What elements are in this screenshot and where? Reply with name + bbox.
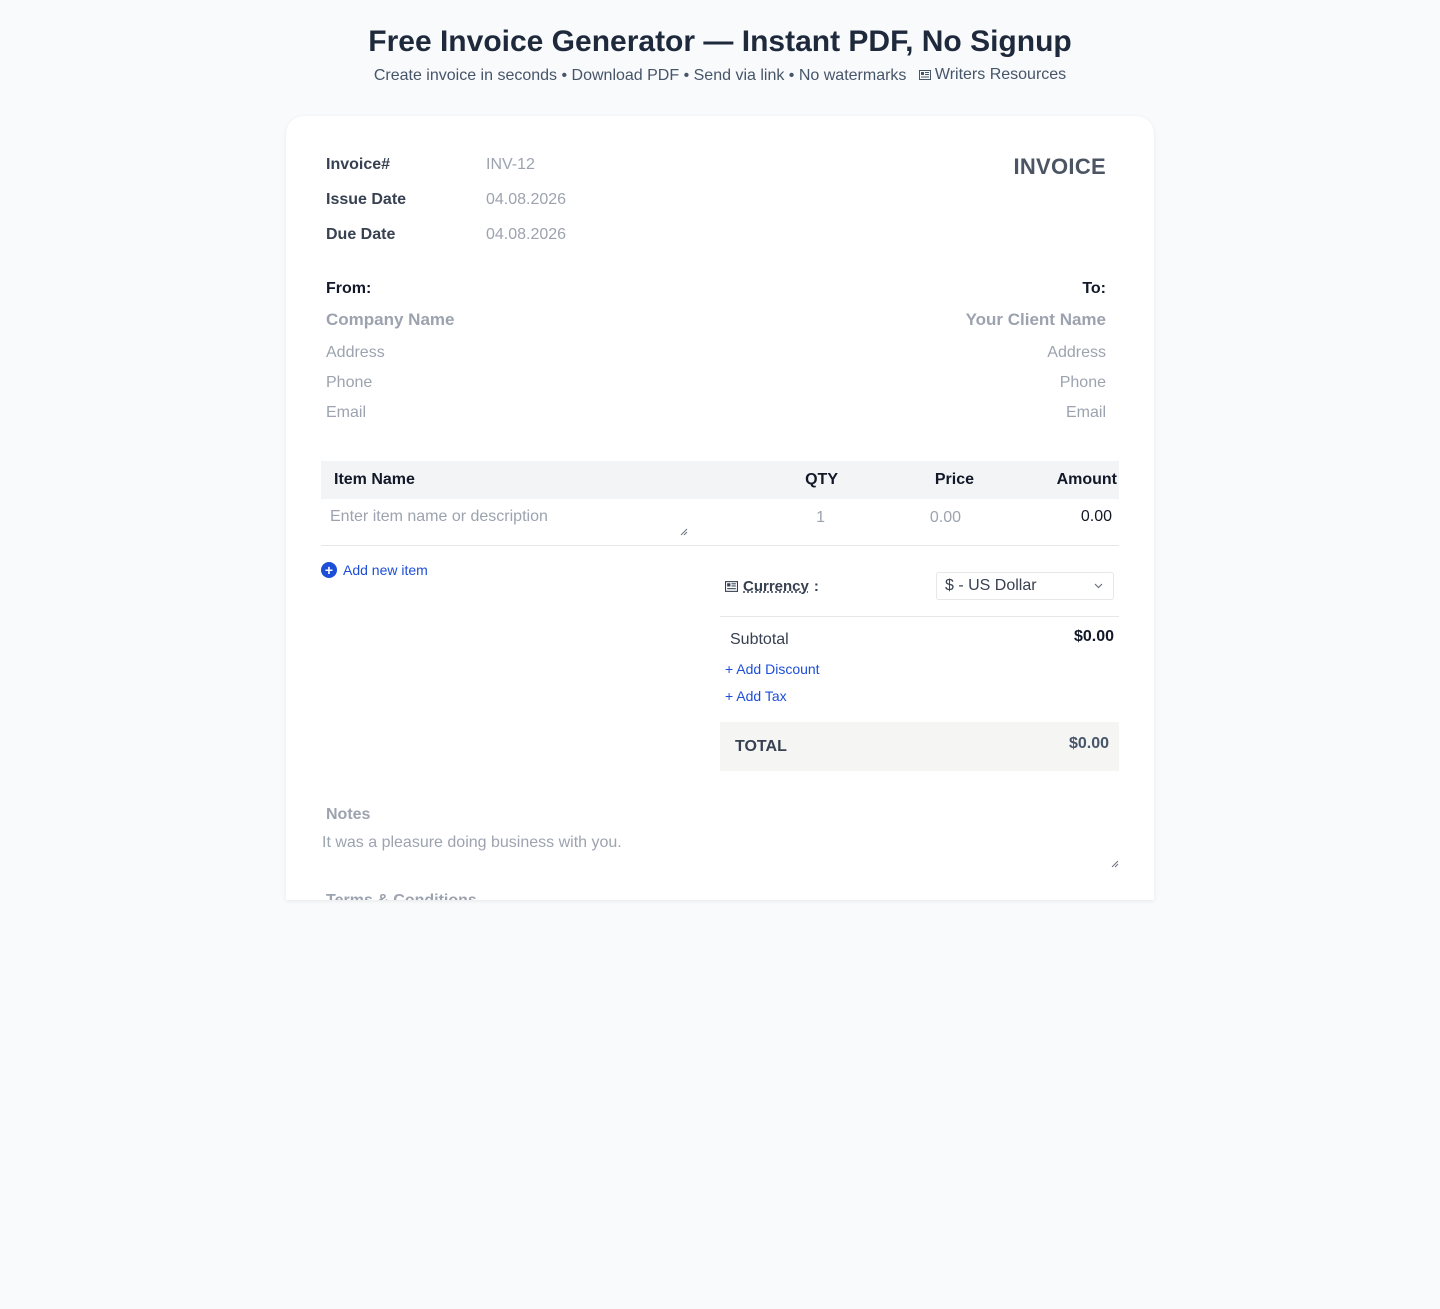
total-label: TOTAL [735, 738, 787, 755]
terms-label: Terms & Conditions [326, 892, 477, 900]
subtotal-value: $0.00 [1073, 628, 1114, 645]
notes-label: Notes [326, 806, 371, 823]
subtotal-row: Subtotal $0.00 [720, 617, 1119, 649]
table-row: Enter item name or description 1 0.00 0.… [321, 499, 1119, 546]
from-phone-input[interactable]: Phone [326, 374, 686, 394]
from-company-input[interactable]: Company Name [326, 310, 686, 334]
notes-textarea[interactable]: It was a pleasure doing business with yo… [322, 834, 1119, 868]
page-title: Free Invoice Generator — Instant PDF, No… [368, 25, 1072, 58]
add-new-item-label: Add new item [343, 562, 428, 578]
due-date-row: Due Date 04.08.2026 [326, 226, 566, 244]
from-section: From: Company Name Address Phone Email [326, 280, 686, 424]
issue-date-row: Issue Date 04.08.2026 [326, 191, 566, 209]
notes-section: Notes It was a pleasure doing business w… [322, 806, 1119, 868]
from-label: From: [326, 280, 372, 297]
invoice-card: Invoice# INV-12 Issue Date 04.08.2026 Du… [286, 116, 1154, 900]
chevron-down-icon [1094, 583, 1103, 589]
total-row: TOTAL $0.00 [720, 722, 1119, 771]
to-label: To: [1082, 280, 1106, 297]
currency-label-colon: : [813, 577, 819, 595]
notes-value: It was a pleasure doing business with yo… [322, 834, 622, 851]
writers-resources-label: Writers Resources [934, 66, 1067, 83]
item-qty-input[interactable]: 1 [688, 499, 825, 527]
to-client-input[interactable]: Your Client Name [746, 310, 1106, 334]
resize-handle-icon[interactable] [1111, 860, 1119, 868]
header-amount: Amount [1056, 471, 1117, 488]
due-date-label: Due Date [326, 226, 396, 243]
item-name-input[interactable]: Enter item name or description [321, 499, 688, 536]
page-subtitle: Create invoice in seconds • Download PDF… [0, 64, 1440, 87]
writers-resources-link[interactable]: Writers Resources [918, 64, 1067, 86]
header-price: Price [934, 471, 974, 488]
invoice-number-row: Invoice# INV-12 [326, 156, 535, 174]
total-value: $0.00 [1068, 735, 1109, 752]
subtitle-text: Create invoice in seconds • Download PDF… [373, 67, 907, 84]
add-new-item-button[interactable]: + Add new item [321, 562, 428, 578]
currency-row: Currency: $ - US Dollar [720, 568, 1119, 617]
resize-handle-icon[interactable] [680, 528, 688, 536]
invoice-number-input[interactable]: INV-12 [486, 156, 535, 174]
from-address-input[interactable]: Address [326, 344, 686, 364]
header-item-name: Item Name [334, 471, 415, 488]
to-email-input[interactable]: Email [746, 404, 1106, 424]
currency-label-text: Currency [743, 577, 809, 595]
issue-date-label: Issue Date [326, 191, 407, 208]
newspaper-icon [918, 70, 931, 80]
issue-date-input[interactable]: 04.08.2026 [486, 191, 566, 209]
totals-section: Currency: $ - US Dollar Subtotal $0.00 +… [720, 568, 1119, 771]
invoice-heading: INVOICE [1013, 154, 1106, 179]
subtotal-label: Subtotal [730, 631, 789, 648]
header-qty: QTY [805, 471, 838, 488]
to-address-input[interactable]: Address [746, 344, 1106, 364]
item-name-placeholder: Enter item name or description [330, 508, 548, 525]
from-email-input[interactable]: Email [326, 404, 686, 424]
newspaper-icon [725, 580, 738, 592]
due-date-input[interactable]: 04.08.2026 [486, 226, 566, 244]
items-table: Item Name QTY Price Amount Enter item na… [321, 461, 1119, 546]
add-tax-button[interactable]: + Add Tax [720, 688, 1119, 704]
add-discount-button[interactable]: + Add Discount [720, 661, 1119, 677]
to-phone-input[interactable]: Phone [746, 374, 1106, 394]
page-header: Free Invoice Generator — Instant PDF, No… [0, 0, 1440, 87]
currency-select-value: $ - US Dollar [945, 577, 1037, 594]
items-header-row: Item Name QTY Price Amount [321, 461, 1119, 499]
to-section: To: Your Client Name Address Phone Email [746, 280, 1106, 424]
currency-label: Currency: [725, 578, 819, 595]
currency-select[interactable]: $ - US Dollar [936, 572, 1114, 600]
item-amount: 0.00 [1080, 508, 1112, 525]
item-price-input[interactable]: 0.00 [825, 499, 961, 527]
invoice-number-label: Invoice# [326, 156, 391, 173]
plus-circle-icon: + [321, 562, 337, 578]
